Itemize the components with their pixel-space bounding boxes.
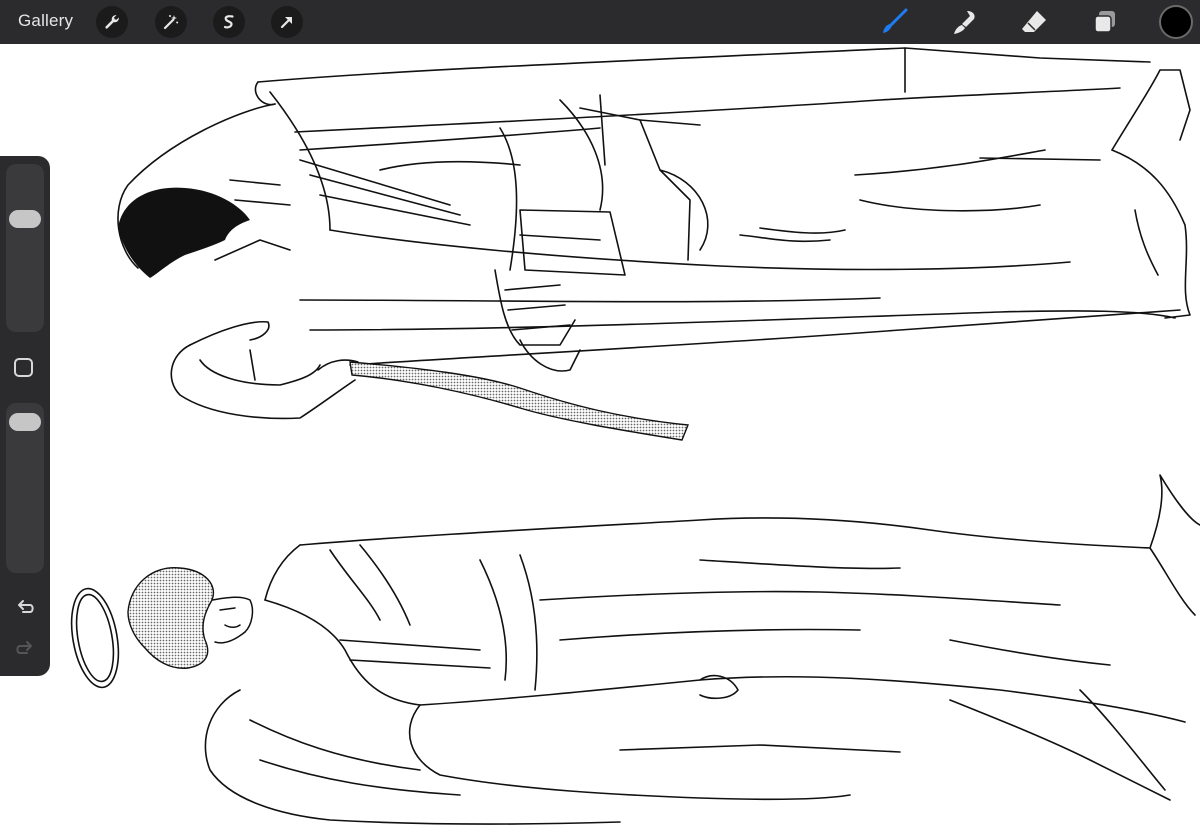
transform-arrow-icon[interactable]	[271, 6, 303, 38]
drawing-canvas[interactable]	[0, 44, 1200, 838]
top-toolbar: Gallery	[0, 0, 1200, 44]
upper-figure-sketch	[117, 47, 1191, 372]
smudge-icon[interactable]	[948, 6, 980, 38]
lower-figure-hair	[127, 567, 215, 669]
lower-figure-face	[211, 596, 254, 644]
actions-wrench-icon[interactable]	[96, 6, 128, 38]
eraser-icon[interactable]	[1018, 6, 1050, 38]
upper-figure-hair	[118, 187, 250, 278]
adjustments-magic-wand-icon[interactable]	[155, 6, 187, 38]
selection-icon[interactable]	[213, 6, 245, 38]
lower-figure-sketch	[70, 474, 1200, 825]
upper-figure-arm	[170, 309, 1181, 420]
gallery-button[interactable]: Gallery	[18, 11, 73, 31]
layers-icon[interactable]	[1089, 6, 1121, 38]
brush-icon[interactable]	[878, 6, 910, 38]
upper-figure-tie	[349, 361, 689, 441]
color-swatch[interactable]	[1159, 5, 1193, 39]
